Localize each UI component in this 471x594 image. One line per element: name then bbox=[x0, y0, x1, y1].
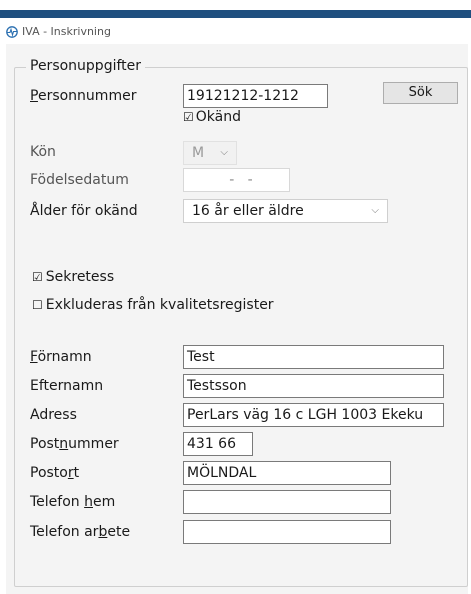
postnummer-label: Postnummer bbox=[30, 436, 119, 452]
alder-value: 16 år eller äldre bbox=[192, 203, 304, 219]
telefon-arbete-input[interactable] bbox=[183, 520, 391, 544]
efternamn-input[interactable]: Testsson bbox=[183, 374, 444, 398]
alder-select[interactable]: 16 år eller äldre ⌵ bbox=[183, 199, 388, 223]
exkluderas-check-mark: ☐ bbox=[32, 298, 43, 312]
sekretess-check-mark: ☑ bbox=[32, 270, 43, 284]
okand-check-mark: ☑ bbox=[183, 110, 194, 124]
efternamn-label: Efternamn bbox=[30, 378, 104, 394]
telefon-hem-input[interactable] bbox=[183, 490, 391, 514]
okand-checkbox[interactable]: ☑ Okänd bbox=[183, 109, 241, 125]
sekretess-checkbox[interactable]: ☑ Sekretess bbox=[32, 269, 114, 285]
kon-label: Kön bbox=[30, 144, 56, 160]
window-title: IVA - Inskrivning bbox=[22, 25, 111, 38]
kon-select[interactable]: M ⌵ bbox=[183, 141, 237, 165]
exkluderas-label: Exkluderas från kvalitetsregister bbox=[45, 297, 274, 313]
fodelsedatum-label: Födelsedatum bbox=[30, 172, 129, 188]
fornamn-input[interactable]: Test bbox=[183, 345, 444, 369]
telefon-hem-label: Telefon hem bbox=[30, 494, 116, 510]
fornamn-label: Förnamn bbox=[30, 349, 92, 365]
app-logo-icon bbox=[6, 26, 18, 38]
alder-label: Ålder för okänd bbox=[30, 203, 138, 219]
adress-input[interactable]: PerLars väg 16 c LGH 1003 Ekeku bbox=[183, 403, 444, 427]
okand-label: Okänd bbox=[195, 109, 241, 125]
personnummer-label: Personnummer bbox=[30, 88, 137, 104]
search-button[interactable]: Sök bbox=[383, 82, 458, 104]
adress-label: Adress bbox=[30, 407, 77, 423]
sekretess-label: Sekretess bbox=[45, 269, 115, 285]
personnummer-input[interactable]: 19121212-1212 bbox=[183, 84, 328, 108]
chevron-down-icon: ⌵ bbox=[220, 147, 228, 158]
postnummer-input[interactable]: 431 66 bbox=[183, 432, 253, 456]
fodelsedatum-input[interactable]: - - bbox=[183, 168, 290, 192]
kon-value: M bbox=[192, 145, 205, 161]
postort-label: Postort bbox=[30, 465, 80, 481]
telefon-arbete-label: Telefon arbete bbox=[30, 524, 131, 540]
window-top-accent bbox=[0, 10, 471, 18]
group-title: Personuppgifter bbox=[26, 58, 146, 74]
postort-input[interactable]: MÖLNDAL bbox=[183, 461, 391, 485]
chevron-down-icon: ⌵ bbox=[371, 205, 379, 216]
exkluderas-checkbox[interactable]: ☐ Exkluderas från kvalitetsregister bbox=[32, 297, 274, 313]
